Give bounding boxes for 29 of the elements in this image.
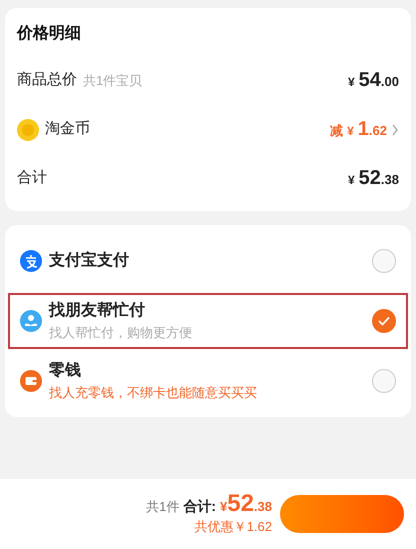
- payment-name: 支付宝支付: [49, 250, 129, 271]
- price: ¥ 52.38: [348, 168, 399, 190]
- payment-option[interactable]: 支付宝支付: [8, 233, 408, 289]
- savings-text: 共优惠￥1.62: [194, 518, 272, 536]
- radio-button[interactable]: [372, 369, 396, 393]
- chevron-right-icon[interactable]: [391, 124, 399, 136]
- row-label: 淘金币: [45, 119, 90, 140]
- submit-button[interactable]: [280, 495, 404, 533]
- price: 减 ¥ 1.62: [330, 118, 387, 140]
- payment-option[interactable]: 找朋友帮忙付 找人帮忙付，购物更方便: [8, 293, 408, 349]
- wallet-icon: [20, 370, 42, 392]
- total-price: ¥52.38: [220, 492, 272, 516]
- coin-icon: [17, 118, 39, 140]
- payment-option[interactable]: 零钱 找人充零钱，不绑卡也能随意买买买: [8, 353, 408, 409]
- payment-description: 找人帮忙付，购物更方便: [49, 324, 192, 342]
- payment-name: 零钱: [49, 361, 82, 382]
- item-count: 共1件: [146, 498, 180, 516]
- payment-name: 找朋友帮忙付: [49, 300, 146, 322]
- radio-button[interactable]: [372, 249, 396, 273]
- row-label: 合计: [17, 168, 47, 188]
- radio-button[interactable]: [372, 309, 396, 333]
- total-label: 合计:: [183, 496, 216, 516]
- alipay-icon: [20, 250, 42, 272]
- section-title: 价格明细: [17, 24, 82, 44]
- payment-description: 找人充零钱，不绑卡也能随意买买买: [49, 384, 257, 402]
- check-icon: [378, 316, 390, 326]
- price: ¥ 54.00: [348, 70, 399, 92]
- item-count: 共1件宝贝: [83, 72, 142, 90]
- row-label: 商品总价: [17, 70, 77, 90]
